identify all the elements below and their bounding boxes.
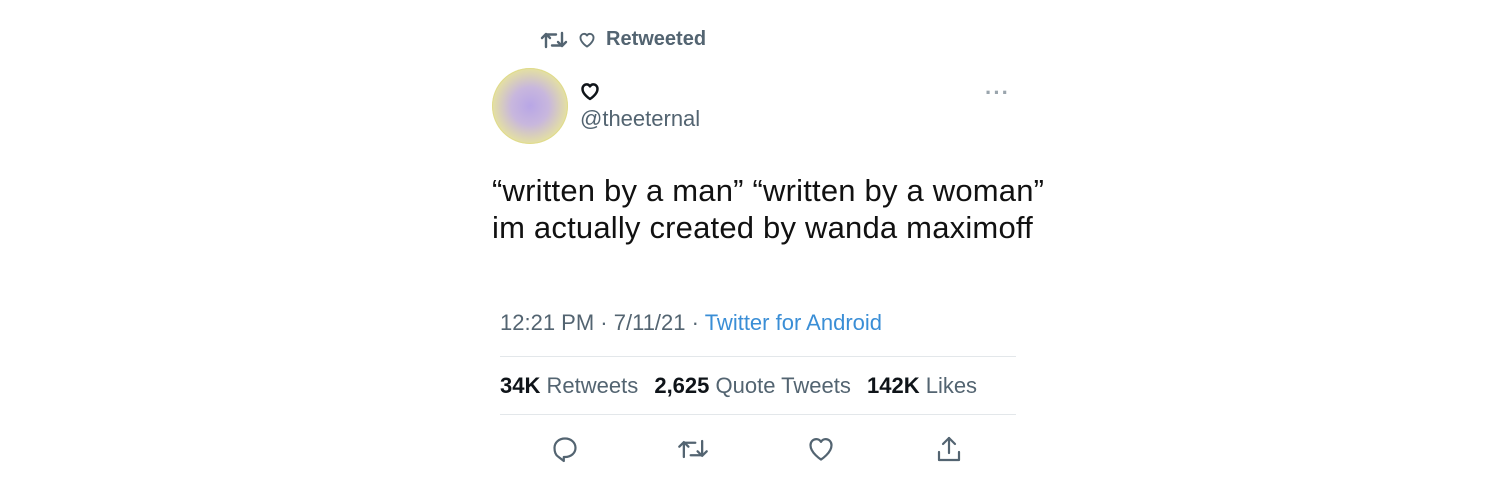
retweets-count: 34K (500, 373, 541, 398)
engagement-stats: 34K Retweets 2,625 Quote Tweets 142K Lik… (500, 373, 977, 399)
more-options-button[interactable]: ··· (985, 80, 1010, 106)
like-icon[interactable] (804, 432, 838, 466)
retweets-stat[interactable]: 34K Retweets (500, 373, 638, 398)
action-bar (0, 432, 1500, 466)
divider (500, 414, 1016, 415)
retweet-icon (540, 29, 568, 51)
avatar[interactable] (492, 68, 568, 144)
retweet-icon[interactable] (676, 432, 710, 466)
likes-label: Likes (925, 373, 978, 398)
likes-stat[interactable]: 142K Likes (867, 373, 977, 398)
reply-icon[interactable] (548, 432, 582, 466)
tweet-card: Retweeted @theeternal ··· “written by a … (0, 0, 1500, 500)
meta-separator: · (691, 310, 699, 335)
quote-tweets-label: Quote Tweets (715, 373, 851, 398)
tweet-text: “written by a man” “written by a woman” … (492, 173, 1045, 245)
heart-icon[interactable] (580, 82, 600, 101)
tweet-meta: 12:21 PM · 7/11/21 · Twitter for Android (500, 310, 882, 336)
author-handle[interactable]: @theeternal (580, 106, 700, 132)
retweeted-label: Retweeted (606, 28, 707, 50)
retweeted-banner[interactable]: Retweeted (540, 28, 706, 51)
tweet-time[interactable]: 12:21 PM (500, 310, 594, 335)
retweets-label: Retweets (546, 373, 639, 398)
share-icon[interactable] (932, 432, 966, 466)
heart-icon (578, 32, 596, 48)
tweet-source[interactable]: Twitter for Android (705, 310, 882, 335)
tweet-date[interactable]: 7/11/21 (614, 310, 686, 335)
quote-tweets-count: 2,625 (654, 373, 710, 398)
divider (500, 356, 1016, 357)
quote-tweets-stat[interactable]: 2,625 Quote Tweets (654, 373, 851, 398)
meta-separator: · (600, 310, 608, 335)
likes-count: 142K (866, 373, 920, 398)
